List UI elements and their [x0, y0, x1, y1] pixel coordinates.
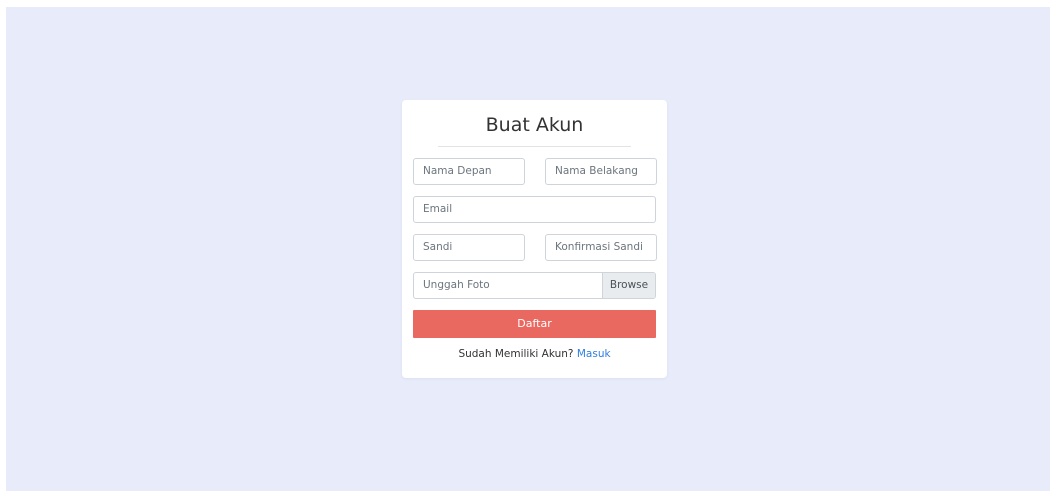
password-placeholder: Sandi	[423, 241, 453, 253]
confirm-password-placeholder: Konfirmasi Sandi	[555, 241, 643, 253]
password-input[interactable]: Sandi	[413, 234, 525, 261]
confirm-password-input[interactable]: Konfirmasi Sandi	[545, 234, 657, 261]
page-background: Buat Akun Nama Depan Nama Belakang Email…	[6, 7, 1050, 491]
last-name-placeholder: Nama Belakang	[555, 165, 638, 177]
photo-upload-label: Unggah Foto	[423, 279, 490, 291]
title-divider	[438, 146, 631, 147]
last-name-input[interactable]: Nama Belakang	[545, 158, 657, 185]
email-placeholder: Email	[423, 203, 453, 215]
login-prompt: Sudah Memiliki Akun? Masuk	[402, 348, 667, 360]
page-title: Buat Akun	[485, 114, 584, 136]
browse-button[interactable]: Browse	[602, 273, 655, 298]
login-link[interactable]: Masuk	[577, 348, 611, 360]
email-input[interactable]: Email	[413, 196, 656, 223]
register-card: Buat Akun Nama Depan Nama Belakang Email…	[402, 100, 667, 378]
first-name-placeholder: Nama Depan	[423, 165, 492, 177]
register-button[interactable]: Daftar	[413, 310, 656, 338]
first-name-input[interactable]: Nama Depan	[413, 158, 525, 185]
photo-upload-input[interactable]: Unggah Foto Browse	[413, 272, 656, 299]
login-prompt-text: Sudah Memiliki Akun?	[458, 348, 574, 360]
